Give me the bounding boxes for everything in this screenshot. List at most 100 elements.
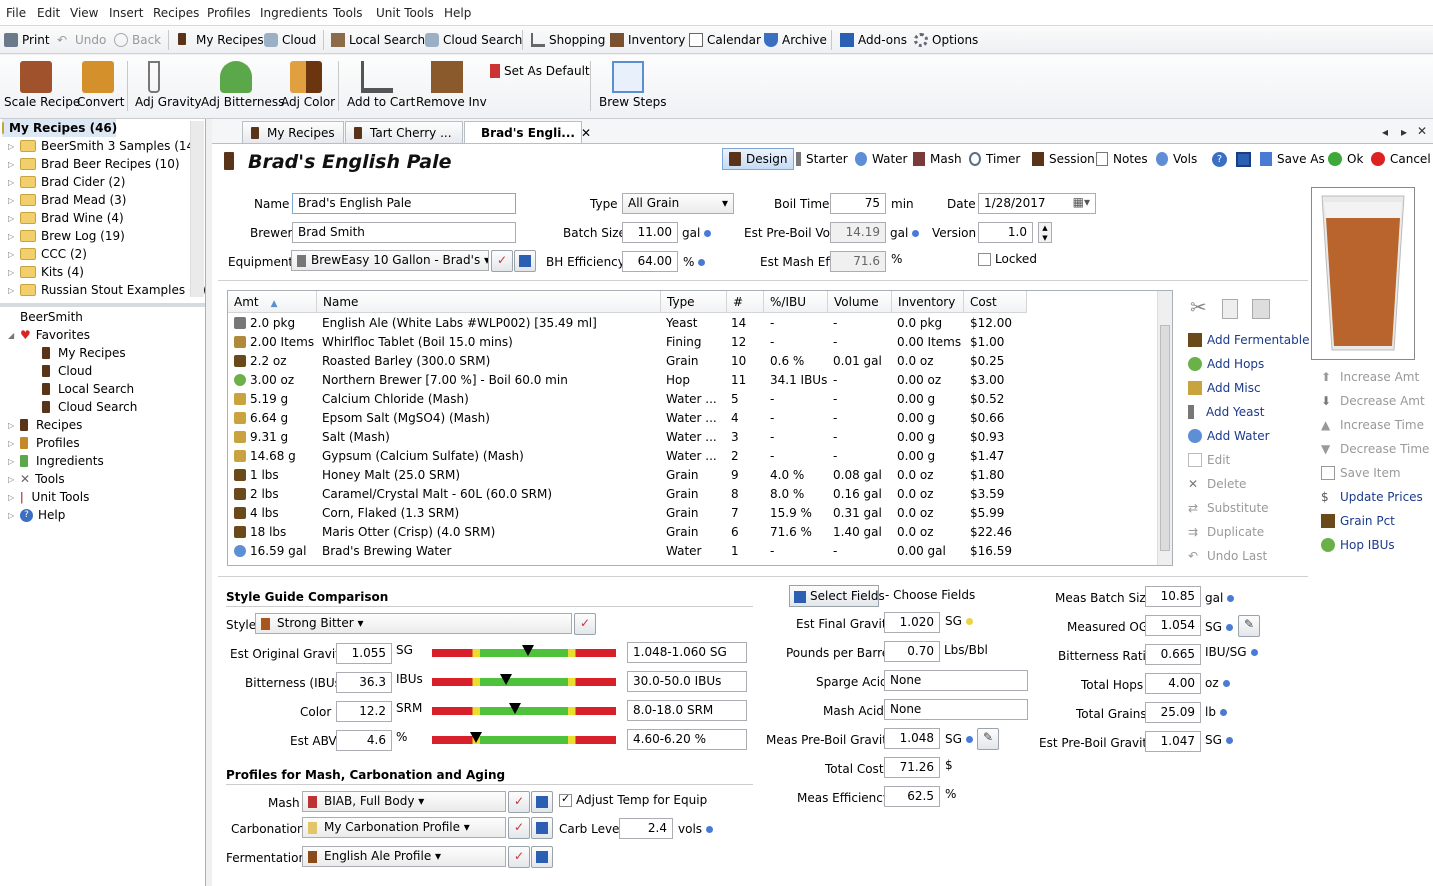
- table-row[interactable]: 9.31 g Salt (Mash) Water ... 3 - - 0.00 g $0.93: [228, 428, 1158, 447]
- batch-size-input[interactable]: 11.00: [622, 222, 678, 243]
- inventory-button[interactable]: Inventory: [610, 30, 685, 50]
- tree-folder[interactable]: ▷ CCC (2): [8, 245, 87, 263]
- vols-button[interactable]: Vols: [1156, 152, 1197, 166]
- convert-button[interactable]: Convert: [77, 95, 124, 109]
- table-row[interactable]: 18 lbs Maris Otter (Crisp) (4.0 SRM) Grain…: [228, 523, 1158, 542]
- cloud-search-button[interactable]: Cloud Search: [425, 30, 522, 50]
- tab-tart-cherry[interactable]: Tart Cherry ...: [345, 121, 463, 143]
- version-stepper[interactable]: ▲ ▼: [1038, 222, 1052, 243]
- paste-icon[interactable]: [1252, 299, 1270, 319]
- archive-button[interactable]: Archive: [764, 30, 827, 50]
- design-button[interactable]: Design: [722, 148, 795, 170]
- add-fermentable-button[interactable]: Add Fermentable: [1188, 333, 1309, 347]
- brew-steps-button[interactable]: Brew Steps: [599, 95, 667, 109]
- edit-button[interactable]: Edit: [1188, 453, 1230, 467]
- cut-icon[interactable]: ✂: [1190, 295, 1207, 319]
- menu-ingredients[interactable]: Ingredients: [260, 6, 328, 20]
- grid-scrollbar[interactable]: [1157, 291, 1172, 565]
- copy-icon[interactable]: [1222, 299, 1238, 319]
- addons-button[interactable]: Add-ons: [840, 30, 907, 50]
- cloud-button[interactable]: Cloud: [264, 30, 316, 50]
- save-item-button[interactable]: Save Item: [1321, 466, 1401, 480]
- col-header-volume[interactable]: Volume: [828, 291, 892, 313]
- table-row[interactable]: 3.00 oz Northern Brewer [7.00 %] - Boil 6…: [228, 371, 1158, 390]
- adjust-temp-checkbox[interactable]: Adjust Temp for Equip: [559, 792, 707, 807]
- delete-button[interactable]: ✕ Delete: [1188, 477, 1246, 491]
- help-icon[interactable]: ?: [1212, 152, 1227, 167]
- save-equipment-button[interactable]: [514, 250, 536, 272]
- mash-button[interactable]: Mash: [913, 152, 962, 166]
- meas-pre-boil-gravity-input[interactable]: 1.048: [884, 728, 940, 749]
- options-button[interactable]: Options: [914, 30, 978, 50]
- tree-favorites[interactable]: ◢ ♥ Favorites: [8, 326, 90, 344]
- grain-pct-button[interactable]: Grain Pct: [1321, 514, 1395, 528]
- pane-splitter[interactable]: [0, 303, 205, 307]
- tree-profiles[interactable]: ▷ Profiles: [8, 434, 80, 452]
- table-row[interactable]: 1 lbs Honey Malt (25.0 SRM) Grain 9 4.0 % 0.0…: [228, 466, 1158, 485]
- update-prices-button[interactable]: $ Update Prices: [1321, 490, 1423, 504]
- decrease-amt-button[interactable]: ⬇ Decrease Amt: [1321, 394, 1425, 408]
- table-row[interactable]: 14.68 g Gypsum (Calcium Sulfate) (Mash) Wa…: [228, 447, 1158, 466]
- back-button[interactable]: Back: [114, 30, 161, 50]
- tree-fav-cloud-search[interactable]: Cloud Search: [42, 398, 137, 416]
- tab-scroll-right-icon[interactable]: ▸: [1401, 125, 1407, 139]
- table-row[interactable]: 16.59 gal Brad's Brewing Water Water 1 - - 0.0…: [228, 542, 1158, 561]
- bh-efficiency-input[interactable]: 64.00: [622, 251, 678, 272]
- tree-folder[interactable]: ▷ Brad Mead (3): [8, 191, 126, 209]
- menu-insert[interactable]: Insert: [109, 6, 143, 20]
- table-row[interactable]: 5.19 g Calcium Chloride (Mash) Water ... 5 -…: [228, 390, 1158, 409]
- set-as-default-button[interactable]: Set As Default: [490, 61, 590, 81]
- hop-ibus-button[interactable]: Hop IBUs: [1321, 538, 1395, 552]
- tree-my-recipes-root[interactable]: My Recipes (46): [2, 119, 117, 137]
- tree-fav-my-recipes[interactable]: My Recipes: [42, 344, 126, 362]
- menu-edit[interactable]: Edit: [37, 6, 60, 20]
- table-row[interactable]: 4 lbs Corn, Flaked (1.3 SRM) Grain 7 15.9 % 0…: [228, 504, 1158, 523]
- tree-folder[interactable]: ▷ Kits (4): [8, 263, 84, 281]
- tree-beersmith-root[interactable]: BeerSmith: [8, 308, 83, 326]
- col-header-ibu[interactable]: %/IBU: [764, 291, 828, 313]
- session-button[interactable]: Session: [1032, 152, 1095, 166]
- edit-style-button[interactable]: ✓: [574, 613, 596, 635]
- close-icon[interactable]: ✕: [581, 126, 591, 140]
- edit-carbonation-button[interactable]: ✓: [508, 817, 530, 839]
- save-icon[interactable]: [1236, 152, 1251, 167]
- tree-unit-tools[interactable]: ▷ ǀ Unit Tools: [8, 488, 89, 506]
- save-fermentation-button[interactable]: [531, 846, 553, 868]
- measured-og-input[interactable]: 1.054: [1145, 615, 1201, 636]
- ok-button[interactable]: Ok: [1328, 152, 1363, 166]
- tree-folder[interactable]: ▷ Russian Stout Examples (3): [8, 281, 206, 299]
- table-row[interactable]: 2 lbs Caramel/Crystal Malt - 60L (60.0 SR…: [228, 485, 1158, 504]
- hydrometer-pre-boil-button[interactable]: ✎: [977, 728, 999, 750]
- increase-time-button[interactable]: ▲ Increase Time: [1321, 418, 1424, 432]
- edit-mash-button[interactable]: ✓: [508, 791, 530, 813]
- tree-recipes[interactable]: ▷ Recipes: [8, 416, 82, 434]
- locked-checkbox[interactable]: Locked: [978, 252, 1037, 266]
- calendar-button[interactable]: Calendar: [689, 30, 761, 50]
- tree-help[interactable]: ▷? Help: [8, 506, 65, 524]
- local-search-button[interactable]: Local Search: [331, 30, 425, 50]
- save-carbonation-button[interactable]: [531, 817, 553, 839]
- tree-ingredients[interactable]: ▷ Ingredients: [8, 452, 104, 470]
- timer-button[interactable]: Timer: [969, 152, 1020, 166]
- col-header-cost[interactable]: Cost: [964, 291, 1027, 313]
- menu-help[interactable]: Help: [444, 6, 471, 20]
- menu-view[interactable]: View: [70, 6, 98, 20]
- select-fields-button[interactable]: Select Fields: [789, 585, 885, 607]
- brewer-input[interactable]: Brad Smith: [292, 222, 516, 243]
- type-select[interactable]: All Grain ▾: [622, 193, 734, 214]
- decrease-time-button[interactable]: ▼ Decrease Time: [1321, 442, 1429, 456]
- tree-folder[interactable]: ▷ Brad Cider (2): [8, 173, 125, 191]
- menu-tools[interactable]: Tools: [333, 6, 363, 20]
- edit-fermentation-button[interactable]: ✓: [508, 846, 530, 868]
- cancel-button[interactable]: Cancel: [1371, 152, 1431, 166]
- tree-folder[interactable]: ▷ Brad Wine (4): [8, 209, 124, 227]
- undo-button[interactable]: ↶ Undo: [57, 30, 106, 50]
- add-hops-button[interactable]: Add Hops: [1188, 357, 1264, 371]
- remove-inv-button[interactable]: Remove Inv: [416, 95, 487, 109]
- my-recipes-button[interactable]: My Recipes: [178, 30, 264, 50]
- table-row[interactable]: 2.2 oz Roasted Barley (300.0 SRM) Grain 10 0…: [228, 352, 1158, 371]
- col-header-type[interactable]: Type: [661, 291, 727, 313]
- menu-profiles[interactable]: Profiles: [207, 6, 251, 20]
- shopping-button[interactable]: Shopping: [531, 30, 605, 50]
- add-to-cart-button[interactable]: Add to Cart: [347, 95, 415, 109]
